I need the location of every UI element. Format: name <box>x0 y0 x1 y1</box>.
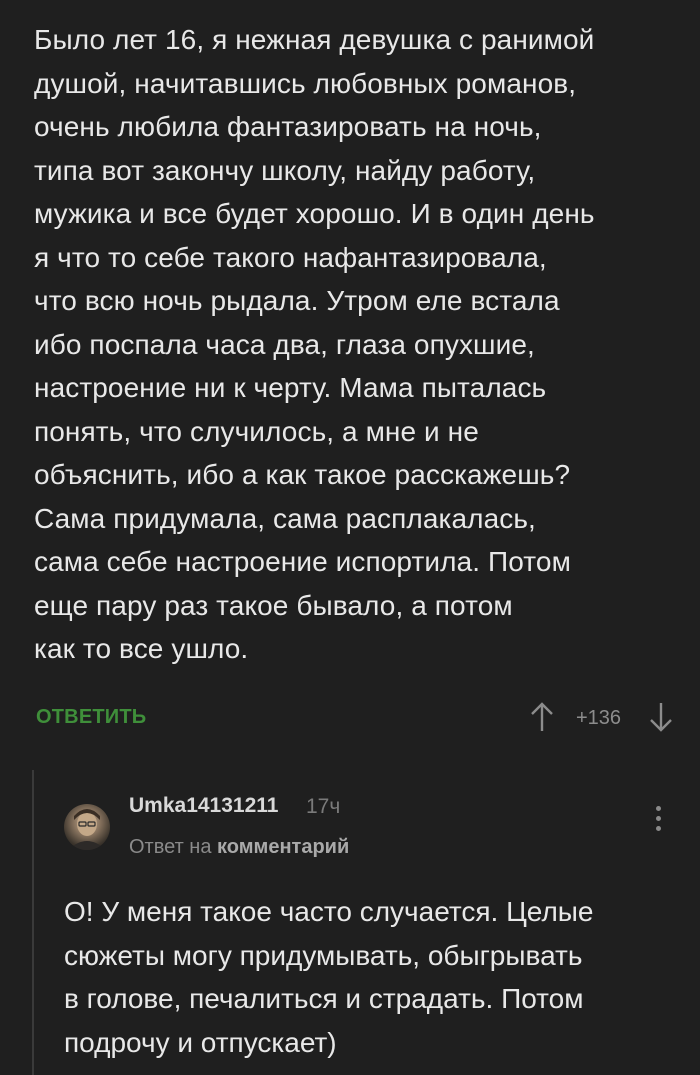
avatar[interactable] <box>64 804 110 850</box>
comment-line: как то все ушло. <box>34 633 249 664</box>
reply-line: О! У меня такое часто случается. Целые <box>64 896 594 927</box>
reply-button[interactable]: ОТВЕТИТЬ <box>36 706 146 729</box>
comment-line: что всю ночь рыдала. Утром еле встала <box>34 285 560 316</box>
comment-line: ибо поспала часа два, глаза опухшие, <box>34 328 535 360</box>
comment-line: я что то себе такого нафантазировала, <box>34 241 547 273</box>
author-name[interactable]: Umka14131211 <box>129 794 278 818</box>
arrow-down-icon[interactable] <box>648 700 674 734</box>
comment-text: Было лет 16, я нежная девушка с ранимой … <box>34 18 674 671</box>
more-vertical-icon[interactable] <box>648 806 668 840</box>
comment-line: типа вот закончу школу, найду работу, <box>34 154 536 186</box>
comment-line: мужика и все будет хорошо. И в один день <box>34 198 595 229</box>
comment-line: понять, что случилось, а мне и не <box>34 415 479 447</box>
comment-line: сама себе настроение испортила. Потом <box>34 546 571 577</box>
comment-actions: ОТВЕТИТЬ +136 <box>36 700 676 736</box>
comment-line: очень любила фантазировать на ночь, <box>34 111 542 142</box>
comment-line: душой, начитавшись любовных романов, <box>34 67 577 99</box>
arrow-up-icon[interactable] <box>529 700 555 734</box>
comment-line: еще пару раз такое бывало, а потом <box>34 589 513 621</box>
rating-count: +136 <box>576 707 622 729</box>
comment-line: Сама придумала, сама расплакалась, <box>34 502 536 534</box>
reply-text: О! У меня такое часто случается. Целые с… <box>64 890 684 1064</box>
comment-line: настроение ни к черту. Мама пыталась <box>34 372 547 403</box>
comment-line: объяснить, ибо а как такое расскажешь? <box>34 459 571 490</box>
comment-time: 17ч <box>306 795 341 818</box>
reply-line: сюжеты могу придумывать, обыгрывать <box>64 939 583 971</box>
reply-meta-prefix: Ответ на <box>129 836 212 858</box>
comment-line: Было лет 16, я нежная девушка с ранимой <box>34 24 595 55</box>
reply-target-link[interactable]: комментарий <box>217 836 349 858</box>
reply-line: в голове, печалиться и страдать. Потом <box>64 983 584 1014</box>
reply-comment: Umka14131211 17ч Ответ на комментарий О!… <box>34 770 700 1075</box>
reply-line: подрочу и отпускает) <box>64 1026 337 1058</box>
reply-meta: Ответ на комментарий <box>129 836 349 859</box>
